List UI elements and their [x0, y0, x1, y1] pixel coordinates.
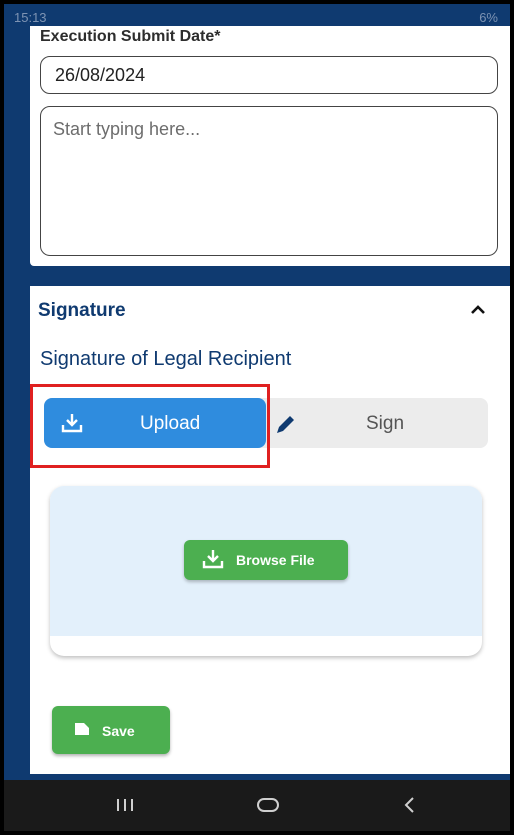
save-label: Save: [102, 723, 135, 739]
execution-date-label: Execution Submit Date*: [40, 28, 221, 45]
system-nav-bar: [4, 780, 510, 831]
status-bar: 15:13 6%: [4, 4, 510, 26]
execution-date-value: 26/08/2024: [55, 65, 146, 85]
browse-file-button[interactable]: Browse File: [184, 540, 348, 580]
signature-section-title: Signature: [38, 300, 126, 321]
upload-highlight-box: [30, 384, 270, 468]
browse-file-label: Browse File: [236, 552, 315, 568]
signature-subtitle: Signature of Legal Recipient: [40, 348, 292, 370]
execution-card: Execution Submit Date* 26/08/2024 Start …: [30, 26, 510, 266]
home-icon[interactable]: [256, 796, 280, 819]
notes-placeholder: Start typing here...: [53, 119, 201, 139]
file-icon: [74, 722, 90, 741]
download-icon: [202, 549, 224, 574]
status-battery: 6%: [479, 10, 498, 25]
chevron-up-icon[interactable]: [468, 300, 488, 320]
file-dropzone[interactable]: Browse File: [50, 486, 482, 656]
back-icon[interactable]: [402, 796, 418, 819]
signature-card: Signature Signature of Legal Recipient U…: [30, 286, 510, 774]
sign-label: Sign: [366, 413, 405, 434]
save-button[interactable]: Save: [52, 706, 170, 754]
status-time: 15:13: [14, 10, 47, 25]
pencil-icon: [274, 412, 298, 441]
recents-icon[interactable]: [114, 796, 136, 819]
sign-button[interactable]: Sign: [266, 398, 488, 448]
app-screen: 15:13 6% Execution Submit Date* 26/08/20…: [4, 4, 510, 831]
execution-date-field[interactable]: 26/08/2024: [40, 56, 498, 94]
notes-textarea[interactable]: Start typing here...: [40, 106, 498, 256]
